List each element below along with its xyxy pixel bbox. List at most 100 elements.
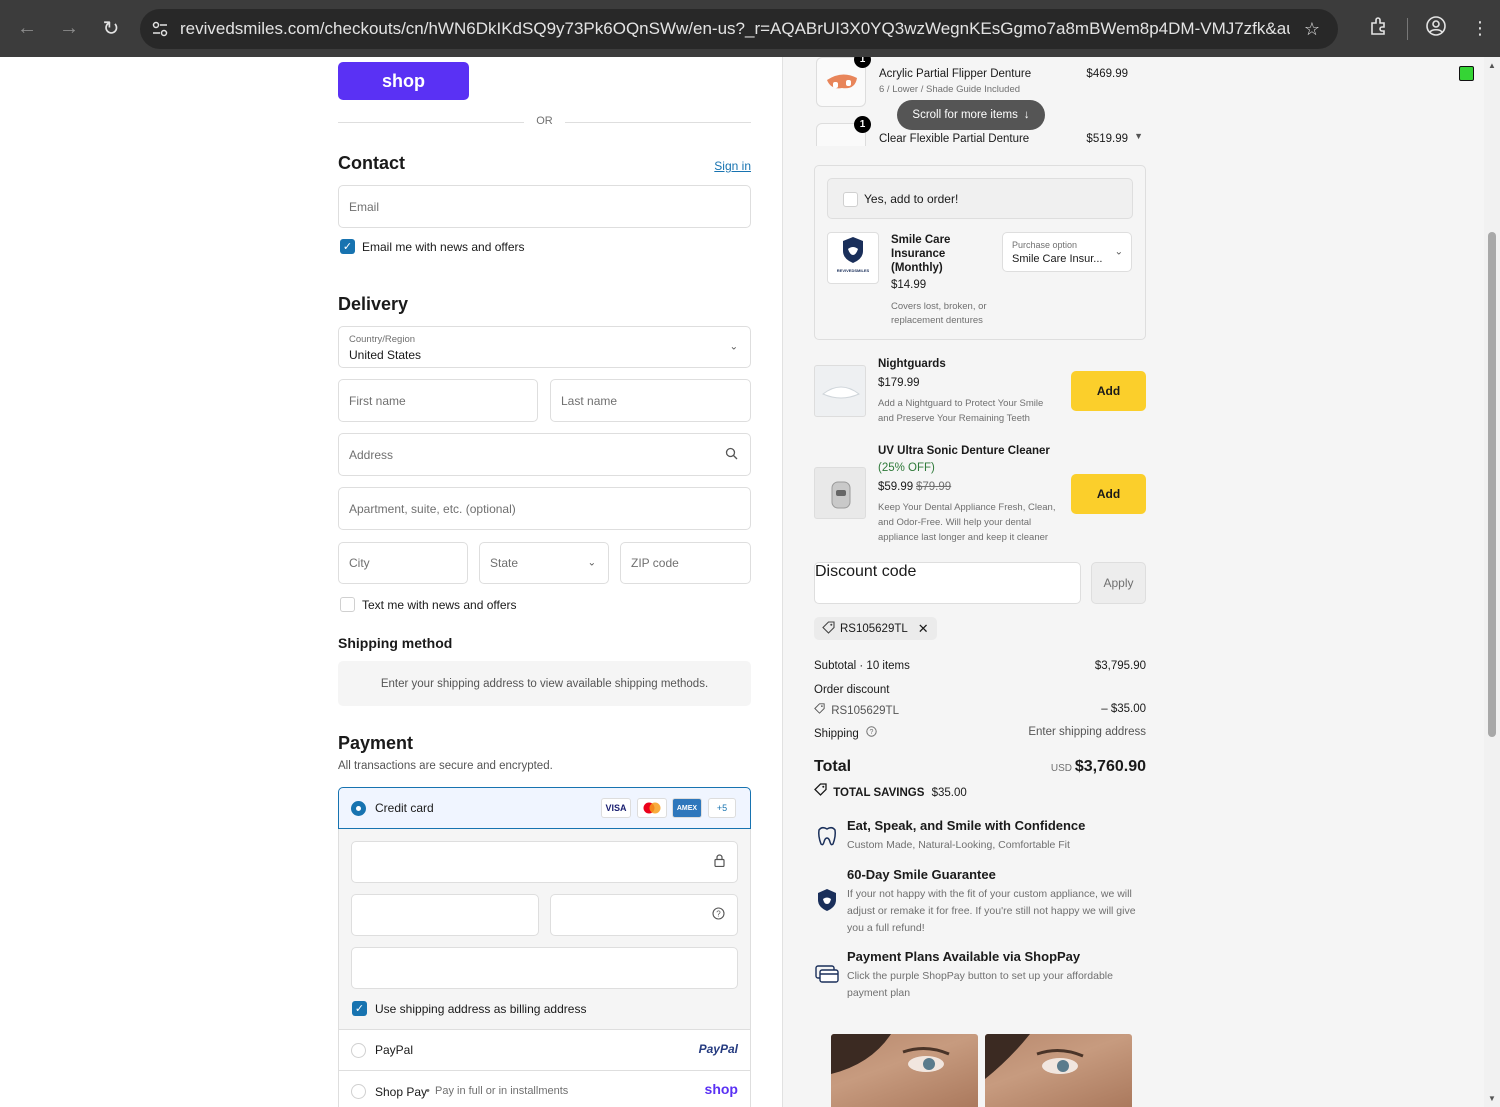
scroll-down-arrow-icon[interactable]: ▼ [1134,131,1143,141]
scroll-down-icon[interactable]: ▼ [1488,1094,1496,1103]
credit-card-radio[interactable] [351,801,366,816]
payment-heading: Payment [338,733,414,753]
item-price: $469.99 [1086,68,1128,80]
scrollbar-thumb[interactable] [1488,232,1496,737]
site-settings-icon[interactable] [140,20,180,38]
chevron-down-icon: ⌄ [587,557,596,569]
shop-pay-option[interactable]: Shop Pay • Pay in full or in installment… [338,1070,751,1107]
address-field[interactable]: Address [338,433,751,476]
shop-pay-bullet: • [426,1085,430,1097]
shop-pay-radio[interactable] [351,1084,366,1099]
tag-icon [814,783,830,799]
cart-items-list[interactable]: 1 Acrylic Partial Flipper Denture 6 / Lo… [814,57,1146,146]
country-select[interactable]: Country/Region United States ⌄ [338,326,751,368]
credit-card-label: Credit card [375,801,434,815]
first-name-field[interactable]: First name [338,379,538,422]
add-cleaner-button[interactable]: Add [1071,474,1146,514]
menu-kebab-icon[interactable]: ⋮ [1460,18,1500,39]
payment-subtitle: All transactions are secure and encrypte… [338,760,553,772]
expiration-field[interactable] [351,894,539,936]
city-placeholder: City [349,556,370,570]
scroll-up-icon[interactable]: ▲ [1488,61,1496,70]
credit-card-option[interactable]: Credit card VISA AMEX +5 [338,787,751,829]
item-price: $519.99 [1086,133,1128,145]
city-field[interactable]: City [338,542,468,584]
help-circle-icon[interactable]: ? [712,907,725,923]
insurance-logo-text: REVIVEDSMILES [836,268,870,273]
apply-discount-button[interactable]: Apply [1091,562,1146,604]
benefit-description: Click the purple ShopPay button to set u… [847,970,1113,999]
bookmark-star-icon[interactable]: ☆ [1304,19,1320,40]
browser-toolbar: ← → ↻ revivedsmiles.com/checkouts/cn/hWN… [0,0,1500,57]
purchase-option-select[interactable]: Purchase option Smile Care Insur... ⌄ [1002,232,1132,272]
paypal-radio[interactable] [351,1043,366,1058]
profile-icon[interactable] [1412,15,1460,42]
insurance-name: Smile Care Insurance (Monthly) [891,234,951,274]
addon-title: UV Ultra Sonic Denture Cleaner [878,445,1050,457]
arrow-down-icon: ↓ [1023,109,1030,121]
text-news-label: Text me with news and offers [362,598,517,612]
email-placeholder: Email [349,199,380,214]
chevron-down-icon: ⌄ [1114,246,1123,258]
extensions-icon[interactable] [1355,16,1403,41]
extension-indicator-icon[interactable] [1459,66,1474,81]
nightguard-thumbnail [814,365,866,417]
add-to-order-label: Yes, add to order! [864,192,959,206]
addon-description: Keep Your Dental Appliance Fresh, Clean,… [878,502,1056,543]
checkout-page: shop OR Contact Sign in Email ✓ Email me… [0,57,1500,1107]
addon-old-price: $79.99 [916,481,952,493]
billing-address-checkbox[interactable]: ✓ [352,1001,367,1016]
denture-cleaner-addon: UV Ultra Sonic Denture Cleaner (25% OFF)… [814,441,1146,551]
url-text[interactable]: revivedsmiles.com/checkouts/cn/hWN6DkIKd… [180,19,1290,39]
forward-icon[interactable]: → [48,8,90,50]
reload-icon[interactable]: ↻ [90,8,132,50]
insurance-upsell: Yes, add to order! REVIVEDSMILES Smile C… [814,165,1146,340]
text-news-checkbox[interactable] [340,597,355,612]
paypal-option[interactable]: PayPal PayPal [338,1029,751,1071]
shipping-method-heading: Shipping method [338,635,453,651]
lock-icon [714,854,725,870]
state-select[interactable]: State ⌄ [479,542,609,584]
remove-discount-icon[interactable]: ✕ [918,621,929,637]
state-placeholder: State [490,556,519,570]
or-label: OR [536,115,553,127]
discount-code-field[interactable]: Discount code [814,562,1081,604]
apartment-field[interactable]: Apartment, suite, etc. (optional) [338,487,751,530]
quantity-badge: 1 [854,57,871,68]
back-icon[interactable]: ← [6,8,48,50]
email-field[interactable]: Email [338,185,751,228]
quantity-badge: 1 [854,116,871,133]
toolbar-divider [1407,17,1408,40]
order-discount-value: – $35.00 [1101,703,1146,715]
add-nightguards-button[interactable]: Add [1071,371,1146,411]
sign-in-link[interactable]: Sign in [714,159,751,173]
email-news-checkbox[interactable]: ✓ [340,239,355,254]
total-savings-row: TOTAL SAVINGS $35.00 [814,783,1146,799]
addon-price: $179.99 [878,377,920,389]
paypal-logo: PayPal [698,1042,738,1056]
delivery-heading: Delivery [338,294,409,314]
total-value: $3,760.90 [1074,758,1146,775]
svg-text:?: ? [870,729,874,736]
add-to-order-option[interactable]: Yes, add to order! [827,178,1133,219]
page-scrollbar[interactable]: ▲ ▼ [1484,57,1500,1107]
zip-field[interactable]: ZIP code [620,542,751,584]
payment-icon [814,961,840,987]
card-number-field[interactable] [351,841,738,883]
addon-discount: (25% OFF) [878,462,935,474]
insurance-logo: REVIVEDSMILES [827,232,879,284]
shop-pay-express-button[interactable]: shop [338,62,469,100]
subtotal-label: Subtotal · 10 items [814,660,910,672]
divider-line-right [565,122,751,123]
info-circle-icon[interactable]: ? [866,726,877,740]
tag-icon [822,620,835,637]
security-code-field[interactable]: ? [550,894,738,936]
total-savings-value: $35.00 [931,787,967,799]
scroll-more-items-button[interactable]: Scroll for more items ↓ [897,100,1045,130]
benefit-description: Custom Made, Natural-Looking, Comfortabl… [847,839,1070,851]
shipping-value: Enter shipping address [1028,726,1146,738]
add-to-order-checkbox[interactable] [843,192,858,207]
name-on-card-field[interactable] [351,947,738,989]
last-name-field[interactable]: Last name [550,379,751,422]
address-bar[interactable]: revivedsmiles.com/checkouts/cn/hWN6DkIKd… [140,9,1338,49]
